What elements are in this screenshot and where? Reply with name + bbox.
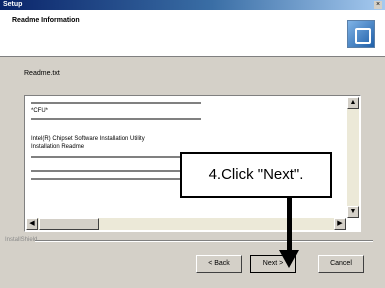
scroll-right-icon[interactable]: ▶ (334, 218, 346, 230)
dialog-header: Readme Information (0, 10, 385, 57)
scroll-down-icon[interactable]: ▼ (347, 206, 359, 218)
close-icon[interactable]: × (374, 1, 382, 9)
horizontal-scrollbar[interactable]: ◀ ▶ (26, 218, 346, 230)
callout-text: 4.Click "Next". (208, 166, 304, 183)
divider-line (31, 118, 201, 120)
window-title: Setup (3, 1, 23, 8)
scroll-up-icon[interactable]: ▲ (347, 97, 359, 109)
divider-line (31, 102, 201, 104)
arrow-down-icon (279, 250, 299, 268)
horizontal-scroll-thumb[interactable] (39, 218, 99, 230)
divider-line (31, 178, 201, 180)
vertical-scrollbar[interactable]: ▲ ▼ (347, 97, 359, 218)
divider-line (31, 156, 201, 158)
scroll-left-icon[interactable]: ◀ (26, 218, 38, 230)
separator (35, 240, 373, 242)
instruction-callout: 4.Click "Next". (180, 152, 332, 198)
readme-label: Readme.txt (24, 70, 60, 77)
header-title: Readme Information (12, 17, 80, 24)
readme-line-2: Intel(R) Chipset Software Installation U… (31, 136, 145, 142)
back-button[interactable]: < Back (196, 255, 242, 273)
installshield-label: InstallShield (5, 237, 38, 243)
divider-line (31, 170, 201, 172)
title-bar: Setup × (0, 0, 385, 10)
readme-line-3: Installation Readme (31, 144, 85, 150)
cancel-button[interactable]: Cancel (318, 255, 364, 273)
readme-line-1: *CFU* (31, 108, 49, 114)
setup-window: Setup × Readme Information Readme.txt *C… (0, 0, 385, 288)
arrow-shaft (287, 198, 292, 253)
setup-icon (347, 20, 375, 48)
